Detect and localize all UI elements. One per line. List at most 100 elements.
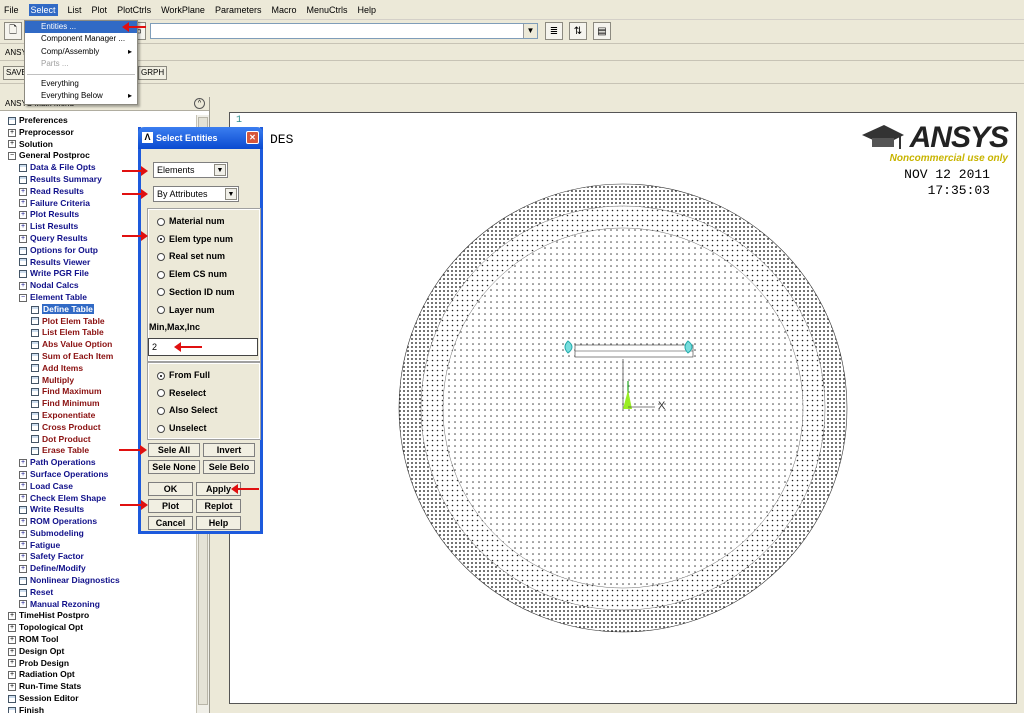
menu-list[interactable]: List: [68, 5, 82, 15]
ok-button[interactable]: OK: [148, 482, 193, 496]
cancel-button[interactable]: Cancel: [148, 516, 193, 530]
graphics-canvas[interactable]: 1 DES NOV 12 2011 17:35:03 ANSYS Noncomm…: [229, 112, 1017, 704]
expand-icon[interactable]: +: [8, 612, 16, 621]
criterion-select[interactable]: By Attributes ▼: [153, 186, 239, 202]
select-menu-item[interactable]: Component Manager ...: [25, 33, 137, 45]
menu-parameters[interactable]: Parameters: [215, 5, 262, 15]
mode-radio[interactable]: Unselect: [157, 423, 207, 433]
radio-button[interactable]: [157, 253, 165, 262]
mode-radio[interactable]: From Full: [157, 370, 210, 380]
expand-icon[interactable]: +: [19, 482, 27, 491]
expand-icon[interactable]: +: [19, 222, 27, 231]
contact-manager-icon[interactable]: ▤: [593, 22, 611, 40]
tree-item[interactable]: Reset: [0, 587, 195, 599]
radio-button[interactable]: [157, 389, 165, 398]
dialog-titlebar[interactable]: Λ Select Entities ✕: [138, 127, 263, 149]
close-icon[interactable]: ✕: [246, 131, 259, 144]
collapse-icon[interactable]: ^: [194, 98, 205, 109]
expand-icon[interactable]: +: [19, 470, 27, 479]
expand-icon[interactable]: +: [19, 458, 27, 467]
command-input[interactable]: ▼: [150, 23, 538, 39]
expand-icon[interactable]: +: [19, 187, 27, 196]
sele-belo-button[interactable]: Sele Belo: [203, 460, 255, 474]
select-menu-item[interactable]: Everything: [25, 78, 137, 90]
new-file-icon[interactable]: 🗋: [4, 22, 22, 40]
tree-item[interactable]: + Prob Design: [0, 658, 195, 670]
expand-icon[interactable]: +: [19, 517, 27, 526]
radio-button[interactable]: [157, 306, 165, 315]
tree-item[interactable]: + Fatigue: [0, 540, 195, 552]
tree-item[interactable]: Nonlinear Diagnostics: [0, 575, 195, 587]
menu-select[interactable]: Select: [28, 3, 58, 16]
menu-file[interactable]: File: [4, 5, 19, 15]
tree-item[interactable]: + ROM Tool: [0, 634, 195, 646]
plot-button[interactable]: Plot: [148, 499, 193, 513]
radio-button[interactable]: [157, 270, 165, 279]
expand-icon[interactable]: +: [19, 529, 27, 538]
radio-button[interactable]: [157, 371, 165, 380]
attribute-radio[interactable]: Layer num: [157, 305, 215, 315]
menu-menuctrls[interactable]: MenuCtrls: [306, 5, 347, 15]
expand-icon[interactable]: +: [8, 140, 16, 149]
expand-icon[interactable]: +: [8, 647, 16, 656]
replot-button[interactable]: Replot: [196, 499, 241, 513]
expand-icon[interactable]: +: [19, 553, 27, 562]
graph-button[interactable]: GRPH: [138, 66, 168, 80]
menu-macro[interactable]: Macro: [271, 5, 296, 15]
radio-button[interactable]: [157, 407, 165, 416]
tree-item[interactable]: + Run-Time Stats: [0, 681, 195, 693]
tree-item[interactable]: + Topological Opt: [0, 622, 195, 634]
tree-item[interactable]: Preferences: [0, 115, 195, 127]
menu-plot[interactable]: Plot: [92, 5, 108, 15]
expand-icon[interactable]: +: [8, 128, 16, 137]
expand-icon[interactable]: +: [19, 565, 27, 574]
attribute-radio[interactable]: Elem CS num: [157, 269, 227, 279]
raise-hidden-icon[interactable]: ≣: [545, 22, 563, 40]
reset-picking-icon[interactable]: ⇅: [569, 22, 587, 40]
chevron-down-icon[interactable]: ▼: [214, 164, 226, 176]
tree-item[interactable]: + Define/Modify: [0, 563, 195, 575]
attribute-radio[interactable]: Material num: [157, 216, 225, 226]
menu-help[interactable]: Help: [358, 5, 377, 15]
tree-item[interactable]: + TimeHist Postpro: [0, 610, 195, 622]
invert-button[interactable]: Invert: [203, 443, 255, 457]
attribute-radio[interactable]: Real set num: [157, 251, 225, 261]
select-menu-item[interactable]: Entities ...: [25, 21, 137, 34]
expand-icon[interactable]: +: [19, 494, 27, 503]
sele-all-button[interactable]: Sele All: [148, 443, 200, 457]
select-menu-item[interactable]: Everything Below ▸: [25, 90, 137, 102]
tree-item[interactable]: + Safety Factor: [0, 551, 195, 563]
expand-icon[interactable]: +: [8, 624, 16, 633]
tree-item[interactable]: + Radiation Opt: [0, 669, 195, 681]
radio-button[interactable]: [157, 424, 165, 433]
attribute-radio[interactable]: Section ID num: [157, 287, 235, 297]
mode-radio[interactable]: Reselect: [157, 388, 206, 398]
radio-button[interactable]: [157, 288, 165, 297]
expand-icon[interactable]: +: [19, 541, 27, 550]
mode-radio[interactable]: Also Select: [157, 405, 218, 415]
expand-icon[interactable]: +: [19, 199, 27, 208]
attribute-radio[interactable]: Elem type num: [157, 234, 233, 244]
menu-plotctrls[interactable]: PlotCtrls: [117, 5, 151, 15]
expand-icon[interactable]: +: [8, 635, 16, 644]
collapse-icon[interactable]: −: [19, 293, 27, 302]
help-button[interactable]: Help: [196, 516, 241, 530]
expand-icon[interactable]: +: [19, 600, 27, 609]
expand-icon[interactable]: +: [8, 671, 16, 680]
tree-item[interactable]: + Design Opt: [0, 646, 195, 658]
menu-workplane[interactable]: WorkPlane: [161, 5, 205, 15]
collapse-icon[interactable]: −: [8, 152, 16, 161]
select-menu-item[interactable]: Comp/Assembly ▸: [25, 46, 137, 58]
expand-icon[interactable]: +: [8, 683, 16, 691]
range-input[interactable]: 2: [148, 338, 258, 356]
radio-button[interactable]: [157, 217, 165, 226]
tree-item[interactable]: Session Editor: [0, 693, 195, 705]
expand-icon[interactable]: +: [19, 211, 27, 220]
chevron-down-icon[interactable]: ▼: [225, 188, 237, 200]
chevron-down-icon[interactable]: ▼: [523, 24, 537, 38]
radio-button[interactable]: [157, 235, 165, 244]
sele-none-button[interactable]: Sele None: [148, 460, 200, 474]
expand-icon[interactable]: +: [19, 281, 27, 290]
expand-icon[interactable]: +: [19, 234, 27, 243]
tree-item[interactable]: + Manual Rezoning: [0, 599, 195, 611]
